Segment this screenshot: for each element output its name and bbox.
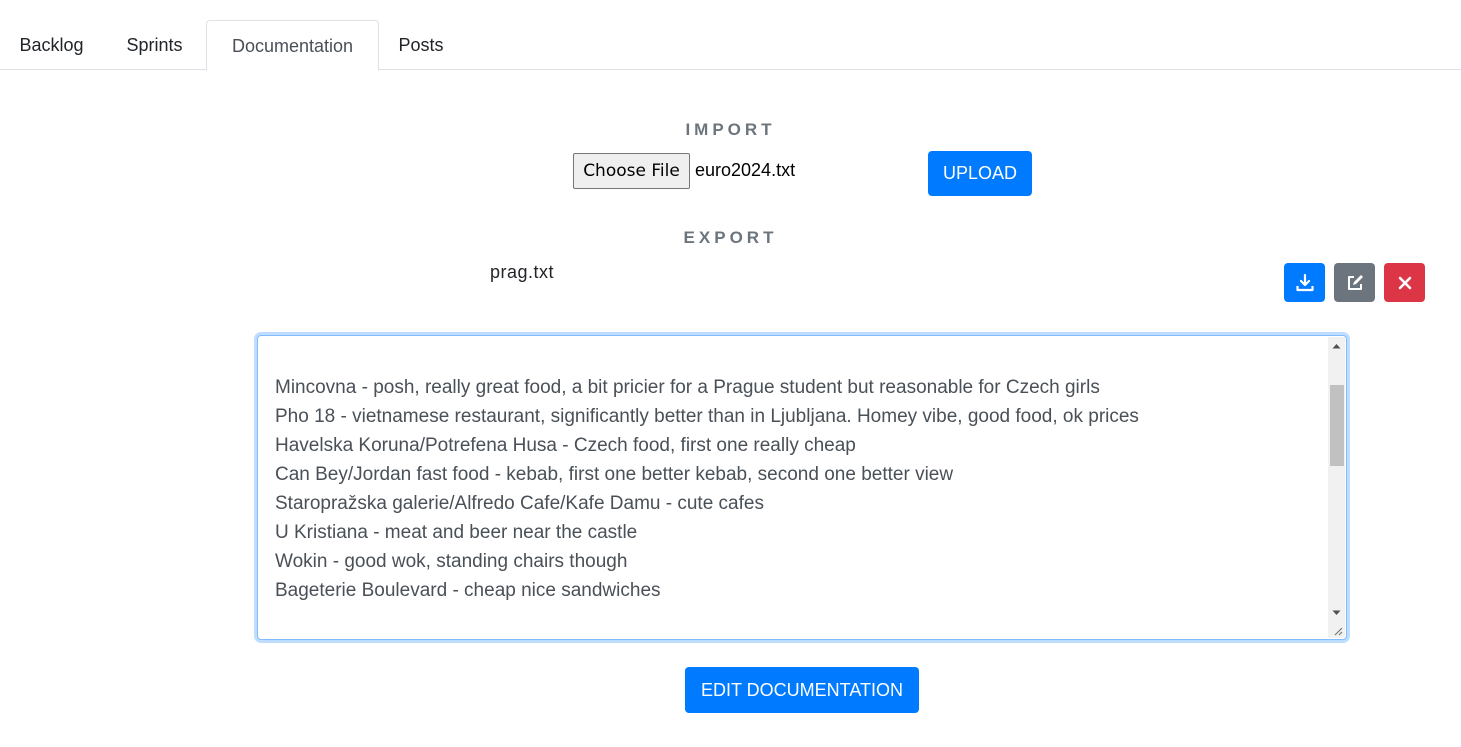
choose-file-button[interactable]: Choose File: [573, 153, 690, 189]
documentation-line: Staropražska galerie/Alfredo Cafe/Kafe D…: [275, 493, 764, 514]
tab-backlog[interactable]: Backlog: [0, 20, 103, 70]
scroll-up-icon[interactable]: [1328, 337, 1345, 354]
documentation-line: U Kristiana - meat and beer near the cas…: [275, 522, 638, 543]
tab-documentation[interactable]: Documentation: [206, 20, 379, 71]
import-title: IMPORT: [685, 120, 776, 139]
documentation-line: Mincovna - posh, really great food, a bi…: [275, 377, 1100, 398]
tab-sprints[interactable]: Sprints: [103, 20, 206, 70]
edit-icon: [1347, 274, 1363, 290]
resize-grip-icon[interactable]: [1328, 621, 1345, 638]
tab-posts[interactable]: Posts: [379, 20, 463, 70]
close-icon: [1398, 276, 1411, 289]
documentation-line: Wokin - good wok, standing chairs though: [275, 551, 628, 572]
delete-button[interactable]: [1384, 263, 1425, 302]
scrollbar-thumb[interactable]: [1330, 385, 1344, 466]
scroll-down-icon[interactable]: [1328, 604, 1345, 621]
export-file-name: prag.txt: [490, 262, 555, 282]
edit-button[interactable]: [1334, 263, 1375, 302]
documentation-line: Can Bey/Jordan fast food - kebab, first …: [275, 464, 954, 485]
nav-tabs: Backlog Sprints Documentation Posts: [0, 0, 1461, 71]
documentation-line: Bageterie Boulevard - cheap nice sandwic…: [275, 580, 661, 601]
edit-documentation-button[interactable]: EDIT DOCUMENTATION: [685, 667, 919, 713]
download-button[interactable]: [1284, 263, 1325, 302]
upload-button[interactable]: UPLOAD: [928, 151, 1032, 196]
documentation-textarea[interactable]: Mincovna - posh, really great food, a bi…: [257, 335, 1347, 640]
documentation-content: Mincovna - posh, really great food, a bi…: [275, 373, 1139, 605]
documentation-line: Havelska Koruna/Potrefena Husa - Czech f…: [275, 435, 856, 456]
vertical-scrollbar[interactable]: [1328, 337, 1345, 638]
download-icon: [1295, 273, 1314, 291]
documentation-line: Pho 18 - vietnamese restaurant, signific…: [275, 406, 1139, 427]
selected-file-name: euro2024.txt: [695, 160, 796, 180]
export-title: EXPORT: [683, 228, 778, 247]
